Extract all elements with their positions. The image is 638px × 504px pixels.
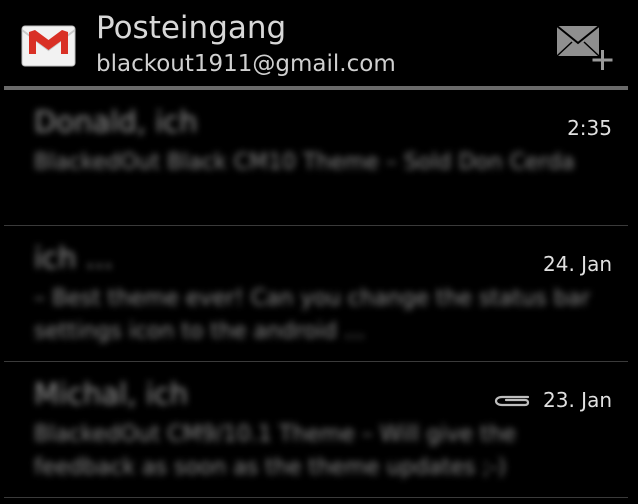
account-email: blackout1911@gmail.com xyxy=(96,51,396,77)
gmail-logo-icon[interactable] xyxy=(21,16,76,71)
message-item[interactable]: Michal, ich BlackedOut CM9/10.1 Theme – … xyxy=(0,362,638,498)
paperclip-icon xyxy=(494,395,530,407)
message-sender: ich ... xyxy=(34,241,114,275)
message-snippet: BlackedOut CM9/10.1 Theme – Will give th… xyxy=(34,422,517,480)
message-snippet: BlackedOut Black CM10 Theme – Sold Don C… xyxy=(34,150,575,175)
message-item[interactable]: ich ... – Best theme ever! Can you chang… xyxy=(0,226,638,362)
message-time: 23. Jan xyxy=(543,388,612,412)
inbox-title: Posteingang xyxy=(96,10,287,46)
message-item[interactable]: Donald, ich BlackedOut Black CM10 Theme … xyxy=(0,90,638,226)
compose-mail-icon[interactable] xyxy=(548,18,618,76)
message-sender: Michal, ich xyxy=(34,377,189,411)
message-time: 24. Jan xyxy=(543,252,612,276)
gmail-widget: Posteingang blackout1911@gmail.com Donal… xyxy=(0,0,638,504)
message-snippet: – Best theme ever! Can you change the st… xyxy=(34,286,591,344)
message-sender: Donald, ich xyxy=(34,105,198,139)
message-time: 2:35 xyxy=(567,116,612,140)
message-divider xyxy=(4,497,628,498)
message-list: Donald, ich BlackedOut Black CM10 Theme … xyxy=(0,90,638,498)
widget-header[interactable]: Posteingang blackout1911@gmail.com xyxy=(0,0,638,88)
